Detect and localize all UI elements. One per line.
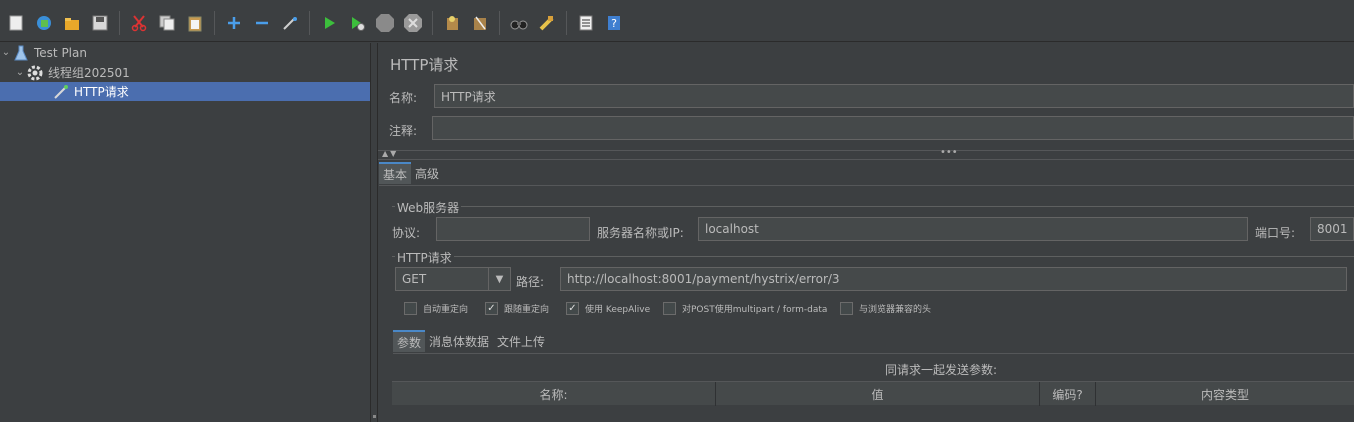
tab-parameters[interactable]: 参数 [393,330,426,352]
function-helper-icon[interactable] [574,11,598,35]
port-field[interactable]: 8001 [1310,217,1354,241]
search-icon[interactable] [507,11,531,35]
svg-text:?: ? [611,17,617,30]
chevron-down-icon[interactable]: ▼ [488,268,510,290]
protocol-label: 协议: [392,226,421,240]
test-plan-tree: ⌄ Test Plan ⌄ 线程组202501 HTTP请求 [0,43,370,422]
tab-body-data[interactable]: 消息体数据 [425,330,493,352]
name-field[interactable]: HTTP请求 [434,84,1354,108]
server-field[interactable]: localhost [698,217,1248,241]
column-header-encode[interactable]: 编码? [1040,382,1096,406]
toolbar-separator [566,10,567,35]
start-icon[interactable] [317,11,341,35]
toolbar-separator [432,10,433,35]
help-icon[interactable]: ? [602,11,626,35]
start-no-pause-icon[interactable] [345,11,369,35]
tree-node-test-plan[interactable]: ⌄ Test Plan [0,43,87,62]
tab-basic[interactable]: 基本 [379,162,412,184]
toolbar-separator [309,10,310,35]
checkbox-box[interactable] [840,302,853,315]
expand-icon[interactable] [222,11,246,35]
checkbox-label: 自动重定向 [423,305,469,315]
clear-icon[interactable] [440,11,464,35]
server-label: 服务器名称或IP: [597,226,684,240]
http-request-group-title: HTTP请求 [395,249,454,266]
params-table-title: 同请求一起发送参数: [885,363,998,377]
auto-redirect-checkbox[interactable]: 自动重定向 [404,302,468,315]
body-tabs: 参数 消息体数据 文件上传 [393,330,549,352]
new-icon[interactable] [4,11,28,35]
group-border [392,206,1354,207]
templates-icon[interactable] [32,11,56,35]
shutdown-icon[interactable] [401,11,425,35]
open-icon[interactable] [60,11,84,35]
page-title: HTTP请求 [390,56,459,74]
column-header-name[interactable]: 名称: [392,382,716,406]
follow-redirects-checkbox[interactable]: ✓ 跟随重定向 [485,302,549,315]
sampler-icon [52,83,70,101]
chevron-down-icon[interactable]: ⌄ [14,67,26,78]
keepalive-checkbox[interactable]: ✓ 使用 KeepAlive [566,302,650,315]
save-icon[interactable] [88,11,112,35]
browser-headers-checkbox[interactable]: 与浏览器兼容的头 [840,302,931,315]
http-request-panel: HTTP请求 名称: HTTP请求 注释: ▲▼ ••• 基本 高级 Web服务… [378,43,1354,422]
checkbox-label: 使用 KeepAlive [585,305,651,315]
group-border [392,256,1354,257]
collapse-icon[interactable] [250,11,274,35]
test-plan-icon [12,44,30,62]
thread-group-icon [26,64,44,82]
checkbox-label: 跟随重定向 [504,305,550,315]
toggle-icon[interactable] [278,11,302,35]
paste-icon[interactable] [183,11,207,35]
tree-node-thread-group[interactable]: ⌄ 线程组202501 [14,63,130,82]
tab-advanced[interactable]: 高级 [411,162,443,184]
path-label: 路径: [516,275,545,289]
tab-underline [379,185,1354,186]
reset-search-icon[interactable] [535,11,559,35]
toolbar: ? [0,4,1354,42]
tree-node-label: HTTP请求 [74,85,129,99]
cut-icon[interactable] [127,11,151,35]
path-field[interactable]: http://localhost:8001/payment/hystrix/er… [560,267,1347,291]
name-label: 名称: [389,91,418,105]
tab-file-upload[interactable]: 文件上传 [493,330,549,352]
drag-handle-icon[interactable]: ••• [940,147,958,158]
tab-underline [393,353,1354,354]
params-table-header: 名称: 值 编码? 内容类型 [392,381,1354,406]
copy-icon[interactable] [155,11,179,35]
split-pane-divider[interactable] [370,43,378,422]
checkbox-label: 对POST使用multipart / form-data [682,305,828,315]
toolbar-separator [119,10,120,35]
toolbar-separator [214,10,215,35]
tree-node-label: Test Plan [34,45,87,60]
clear-all-icon[interactable] [468,11,492,35]
column-header-value[interactable]: 值 [716,382,1040,406]
chevron-down-icon[interactable]: ⌄ [0,47,12,58]
checkbox-box[interactable] [404,302,417,315]
stop-icon[interactable] [373,11,397,35]
port-label: 端口号: [1255,226,1296,240]
comment-field[interactable] [432,116,1354,140]
checkbox-label: 与浏览器兼容的头 [859,305,932,315]
main-tabs: 基本 高级 [379,162,443,184]
checkbox-box[interactable] [663,302,676,315]
checkbox-box[interactable]: ✓ [485,302,498,315]
collapse-arrows-icon[interactable]: ▲▼ [382,149,398,158]
collapse-divider[interactable]: ▲▼ ••• [378,147,1354,160]
protocol-field[interactable] [436,217,590,241]
comment-label: 注释: [389,124,418,138]
splitter-grip [373,415,376,418]
method-value: GET [402,272,427,286]
checkbox-box[interactable]: ✓ [566,302,579,315]
web-server-group-title: Web服务器 [395,199,462,216]
tree-node-http-request[interactable]: HTTP请求 [0,82,370,101]
toolbar-separator [499,10,500,35]
column-header-content-type[interactable]: 内容类型 [1096,382,1354,406]
multipart-checkbox[interactable]: 对POST使用multipart / form-data [663,302,827,315]
tree-node-label: 线程组202501 [48,66,130,80]
method-select[interactable]: GET ▼ [395,267,511,291]
